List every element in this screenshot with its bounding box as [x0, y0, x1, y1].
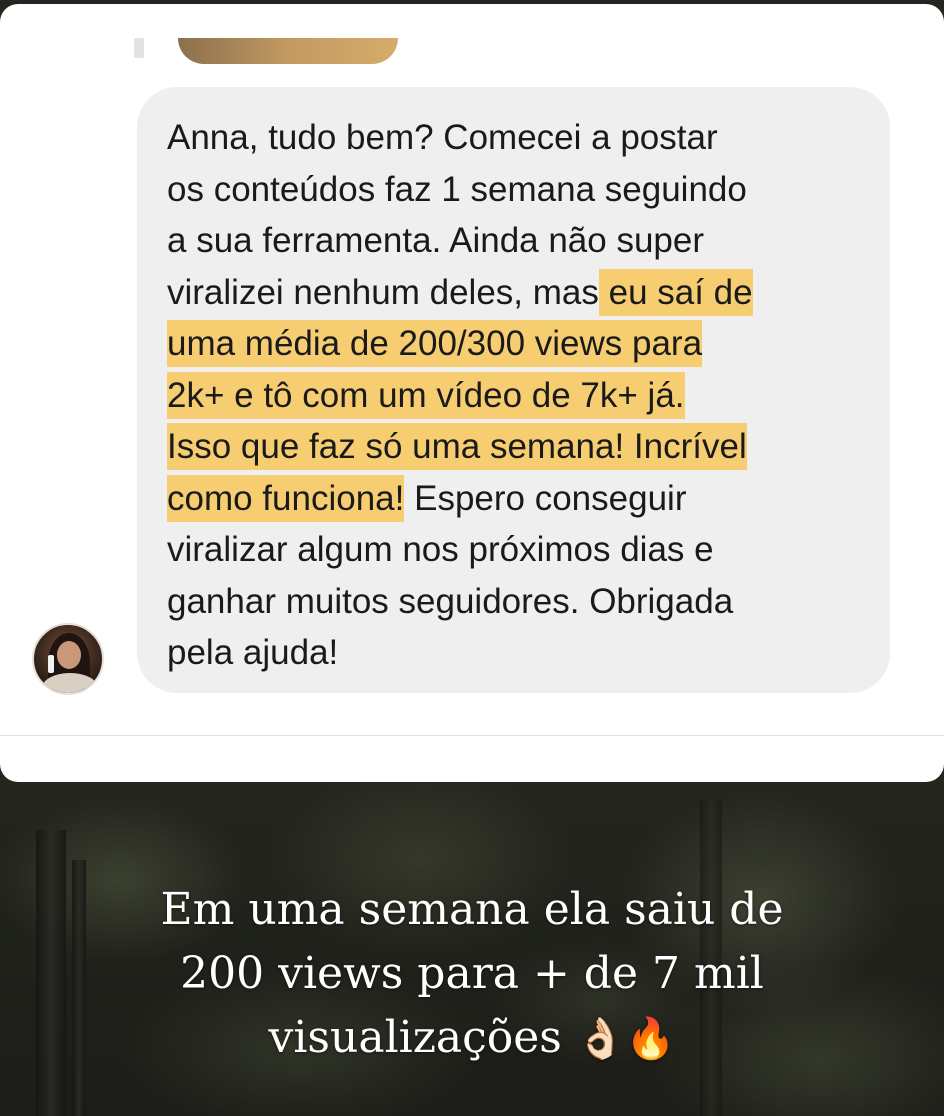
message-line: 2k+ e tô com um vídeo de 7k+ já. — [167, 370, 867, 422]
previous-image-message[interactable] — [178, 38, 398, 64]
story-caption: Em uma semana ela saiu de 200 views para… — [0, 878, 944, 1071]
fire-icon: 🔥 — [625, 1016, 676, 1062]
caption-line: visualizações 👌🏻🔥 — [268, 1012, 676, 1063]
message-line: Isso que faz só uma semana! Incrível — [167, 421, 867, 473]
message-line: os conteúdos faz 1 semana seguindo — [167, 169, 747, 209]
avatar-face — [57, 641, 81, 669]
message-line: viralizei nenhum deles, mas eu saí de — [167, 272, 753, 312]
divider — [0, 735, 944, 736]
caption-line: 200 views para + de 7 mil — [180, 948, 764, 999]
previous-message-edge — [134, 38, 144, 58]
message-text: Anna, tudo bem? Comecei a postar os cont… — [167, 112, 867, 679]
message-line: pela ajuda! — [167, 633, 339, 672]
ok-hand-icon: 👌🏻 — [575, 1016, 626, 1062]
highlighted-text: uma média de 200/300 views para — [167, 324, 703, 363]
message-line: ganhar muitos seguidores. Obrigada — [167, 581, 734, 621]
caption-line: Em uma semana ela saiu de — [160, 884, 784, 935]
avatar-shirt — [42, 673, 98, 693]
message-line: a sua ferramenta. Ainda não super — [167, 221, 705, 260]
highlighted-text: eu saí de — [598, 272, 753, 312]
message-line: Anna, tudo bem? Comecei a postar — [167, 118, 718, 157]
highlighted-text: 2k+ e tô com um vídeo de 7k+ já. — [167, 375, 685, 415]
message-line: como funciona! Espero conseguir — [167, 478, 687, 518]
avatar-bottle — [48, 655, 54, 673]
message-line: uma média de 200/300 views para — [167, 318, 867, 370]
user-avatar[interactable] — [32, 623, 104, 695]
message-card: Anna, tudo bem? Comecei a postar os cont… — [0, 4, 944, 782]
highlighted-text: como funciona! — [167, 478, 405, 518]
highlighted-text: Isso que faz só uma semana! Incrível — [167, 427, 747, 466]
message-line: viralizar algum nos próximos dias e — [167, 530, 714, 569]
